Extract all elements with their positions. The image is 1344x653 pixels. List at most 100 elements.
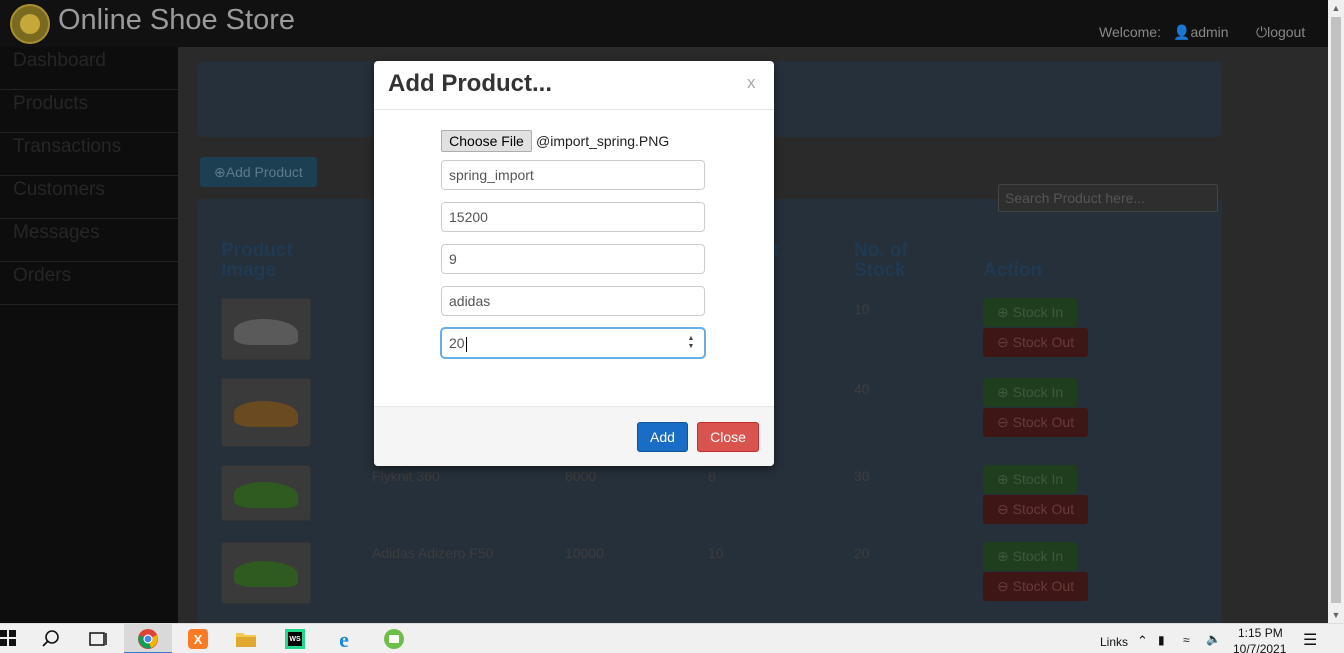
product-thumbnail [221, 298, 311, 360]
webstorm-icon[interactable]: WS [284, 628, 306, 650]
volume-icon[interactable]: 🔈 [1206, 632, 1221, 646]
stock-out-label: Stock Out [1012, 501, 1075, 517]
minus-circle-icon: ⊖ [997, 334, 1009, 350]
stock-in-label: Stock In [1012, 548, 1064, 564]
size-cell: 10 [708, 545, 724, 561]
spinner-arrows-icon[interactable]: ▲ ▼ [686, 335, 696, 351]
store-title: Online Shoe Store [58, 4, 295, 36]
svg-text:X: X [194, 632, 203, 647]
plus-circle-icon: ⊕ [997, 384, 1009, 400]
stock-out-button[interactable]: ⊖ Stock Out [983, 572, 1088, 601]
header-product-image: Product Image [221, 240, 293, 281]
stock-out-label: Stock Out [1012, 334, 1075, 350]
sidebar-item-customers[interactable]: Customers [0, 176, 178, 219]
windows-start-icon[interactable] [0, 630, 16, 646]
user-link[interactable]: 👤admin [1173, 24, 1229, 41]
product-name-cell: Adidas Adizero F50 [372, 545, 494, 561]
search-icon[interactable] [40, 628, 62, 650]
quantity-stepper[interactable]: 20 ▲ ▼ [441, 328, 705, 358]
price-cell: 10000 [565, 545, 604, 561]
svg-text:e: e [339, 628, 349, 650]
product-name-field[interactable]: spring_import [441, 160, 705, 190]
chrome-icon[interactable] [137, 628, 159, 650]
stock-cell: 10 [854, 301, 870, 317]
modal-close-icon[interactable]: x [747, 73, 756, 93]
price-cell: 8000 [565, 468, 597, 484]
search-input[interactable]: Search Product here... [998, 184, 1218, 212]
sidebar-item-products[interactable]: Products [0, 90, 178, 133]
text-caret [465, 336, 467, 352]
user-name: admin [1190, 24, 1229, 40]
stock-in-button[interactable]: ⊕ Stock In [983, 542, 1077, 571]
app-green-icon[interactable] [383, 628, 405, 650]
links-toolbar-label[interactable]: Links [1100, 635, 1128, 649]
stock-out-button[interactable]: ⊖ Stock Out [983, 495, 1088, 524]
power-icon: ⏻ [1256, 24, 1268, 40]
page-scrollbar[interactable]: ▲ ▼ [1328, 0, 1344, 623]
store-logo [10, 4, 50, 44]
plus-circle-icon: ⊕ [997, 304, 1009, 320]
modal-footer: Add Close [374, 406, 774, 466]
sidebar-item-messages[interactable]: Messages [0, 219, 178, 262]
chosen-file-name: @import_spring.PNG [536, 133, 670, 149]
minus-circle-icon: ⊖ [997, 578, 1009, 594]
scroll-down-arrow-icon[interactable]: ▼ [1328, 607, 1344, 623]
wifi-icon[interactable]: ≈ [1183, 633, 1190, 647]
stock-in-label: Stock In [1012, 471, 1064, 487]
task-view-icon[interactable] [87, 628, 109, 650]
product-thumbnail [221, 542, 311, 604]
stock-out-button[interactable]: ⊖ Stock Out [983, 408, 1088, 437]
battery-icon[interactable]: ▮ [1158, 633, 1165, 647]
stock-in-button[interactable]: ⊕ Stock In [983, 465, 1077, 494]
plus-circle-icon: ⊕ [997, 548, 1009, 564]
minus-circle-icon: ⊖ [997, 501, 1009, 517]
add-product-modal: Add Product... x Choose File @import_spr… [374, 61, 774, 466]
stock-cell: 30 [854, 468, 870, 484]
user-icon: 👤 [1173, 24, 1191, 40]
product-name-cell: Flyknit 360 [372, 468, 440, 484]
windows-taskbar: X WS e Links ⌃ ▮ ≈ 🔈 1:15 PM 10/7/2021 ☰ [0, 623, 1344, 653]
chevron-up-icon[interactable]: ⌃ [1137, 633, 1148, 649]
internet-explorer-icon[interactable]: e [333, 627, 355, 652]
product-thumbnail [221, 378, 311, 447]
logout-label: logout [1267, 24, 1306, 40]
choose-file-button[interactable]: Choose File [441, 130, 532, 152]
stock-out-label: Stock Out [1012, 414, 1075, 430]
scroll-up-arrow-icon[interactable]: ▲ [1328, 0, 1344, 16]
welcome-label: Welcome: [1099, 24, 1161, 40]
minus-circle-icon: ⊖ [997, 414, 1009, 430]
plus-circle-icon: ⊕ [997, 471, 1009, 487]
modal-title: Add Product... [388, 70, 552, 97]
clock-date[interactable]: 10/7/2021 [1233, 642, 1286, 653]
price-field[interactable]: 15200 [441, 202, 705, 232]
brand-field[interactable]: adidas [441, 286, 705, 316]
close-button[interactable]: Close [697, 422, 759, 452]
quantity-value: 20 [449, 335, 465, 351]
modal-header: Add Product... x [374, 61, 774, 110]
add-button[interactable]: Add [637, 422, 688, 452]
clock-time[interactable]: 1:15 PM [1238, 626, 1283, 640]
stock-in-label: Stock In [1012, 384, 1064, 400]
sidebar-item-transactions[interactable]: Transactions [0, 133, 178, 176]
sidebar-item-orders[interactable]: Orders [0, 262, 178, 305]
stock-in-button[interactable]: ⊕ Stock In [983, 378, 1077, 407]
add-product-button[interactable]: ⊕Add Product [200, 157, 317, 187]
header-stock: No. of Stock [854, 240, 908, 281]
top-navbar: Online Shoe Store Welcome: 👤admin ⏻logou… [0, 0, 1328, 47]
size-cell: 8 [708, 468, 716, 484]
logout-link[interactable]: ⏻logout [1256, 24, 1305, 41]
svg-text:WS: WS [289, 636, 301, 643]
sidebar-item-dashboard[interactable]: Dashboard [0, 47, 178, 90]
product-thumbnail [221, 465, 311, 521]
scroll-thumb[interactable] [1331, 17, 1341, 603]
xampp-icon[interactable]: X [187, 628, 209, 650]
size-field[interactable]: 9 [441, 244, 705, 274]
notifications-icon[interactable]: ☰ [1303, 630, 1317, 650]
stock-out-button[interactable]: ⊖ Stock Out [983, 328, 1088, 357]
add-product-label: Add Product [225, 164, 303, 180]
file-explorer-icon[interactable] [235, 628, 257, 650]
stock-out-label: Stock Out [1012, 578, 1075, 594]
plus-circle-icon: ⊕ [214, 164, 226, 180]
stock-in-button[interactable]: ⊕ Stock In [983, 298, 1077, 327]
sidebar: Dashboard Products Transactions Customer… [0, 47, 178, 623]
